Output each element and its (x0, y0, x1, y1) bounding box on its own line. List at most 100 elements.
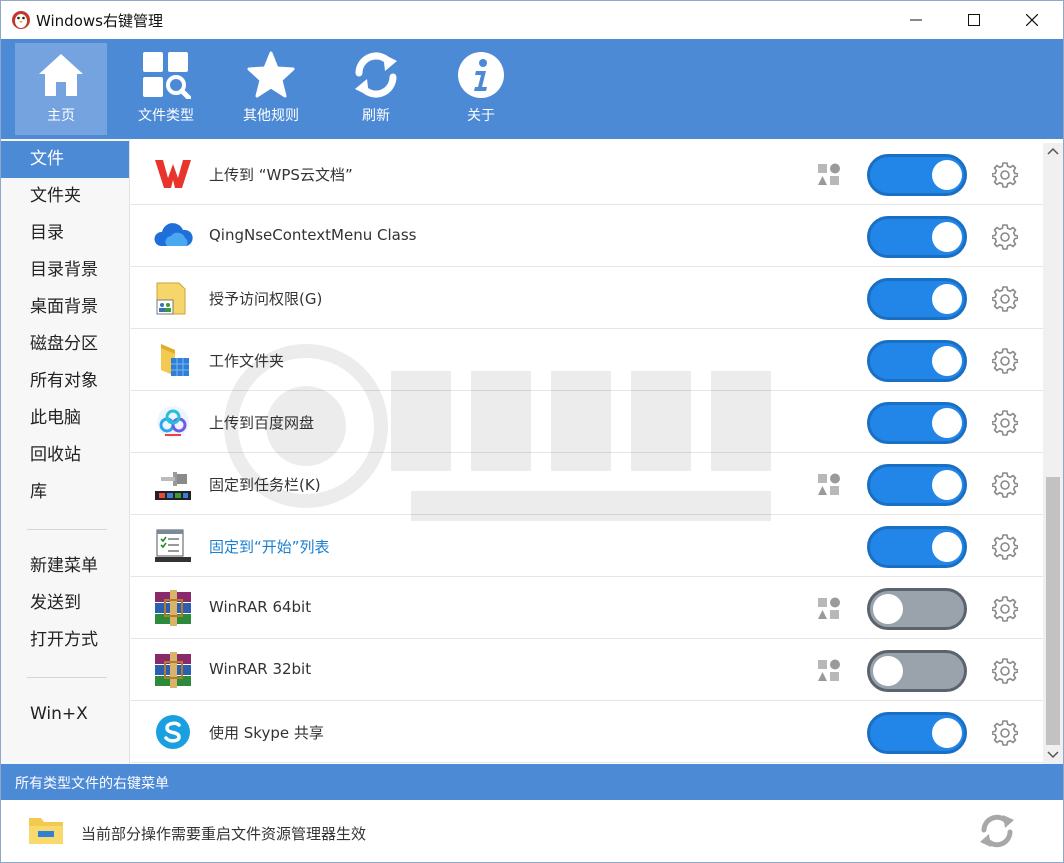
item-label: WinRAR 32bit (209, 660, 312, 678)
toolbar-home-label: 主页 (47, 108, 75, 124)
sidebar-item-open-with[interactable]: 打开方式 (1, 622, 129, 659)
toolbar-other-rules-button[interactable]: 其他规则 (225, 43, 317, 135)
gear-icon[interactable] (992, 596, 1018, 622)
sidebar-item-new-menu[interactable]: 新建菜单 (1, 548, 129, 585)
toolbar-file-types-button[interactable]: 文件类型 (120, 43, 212, 135)
enable-toggle[interactable] (867, 278, 967, 320)
cloud-icon (154, 223, 193, 246)
winrar-icon (155, 652, 191, 688)
toolbar-about-button[interactable]: 关于 (435, 43, 527, 135)
close-button[interactable] (1009, 1, 1055, 39)
gear-icon[interactable] (992, 162, 1018, 188)
enable-toggle[interactable] (867, 402, 967, 444)
toggle-knob (932, 408, 962, 438)
enable-toggle[interactable] (867, 712, 967, 754)
category-shapes-icon[interactable] (817, 659, 841, 683)
baidu-netdisk-icon (157, 406, 189, 438)
sidebar-item-desktop-background[interactable]: 桌面背景 (1, 289, 129, 326)
toggle-knob (932, 222, 962, 252)
sidebar-item-directory[interactable]: 目录 (1, 215, 129, 252)
enable-toggle[interactable] (867, 588, 967, 630)
explorer-folder-icon (29, 818, 63, 844)
footer-notice: 当前部分操作需要重启文件资源管理器生效 (1, 800, 1063, 862)
sidebar-item-file[interactable]: 文件 (1, 141, 129, 178)
star-icon (247, 51, 295, 98)
maximize-button[interactable] (951, 1, 997, 39)
restart-explorer-icon[interactable] (978, 813, 1016, 849)
category-shapes-icon[interactable] (817, 473, 841, 497)
title-bar: Windows右键管理 (1, 1, 1063, 39)
gear-icon[interactable] (992, 472, 1018, 498)
info-icon (458, 52, 504, 98)
toggle-knob (873, 594, 903, 624)
item-label: 上传到 “WPS云文档” (209, 166, 353, 184)
window-title: Windows右键管理 (36, 12, 163, 30)
toolbar-other-rules-label: 其他规则 (243, 108, 299, 124)
sidebar-item-folder[interactable]: 文件夹 (1, 178, 129, 215)
app-window: Windows右键管理 主页 文件类型 其他规则 刷新 关于 文件 文件夹 目录… (0, 0, 1064, 863)
enable-toggle[interactable] (867, 340, 967, 382)
gear-icon[interactable] (992, 410, 1018, 436)
list-item: 上传到百度网盘 (131, 391, 1043, 453)
gear-icon[interactable] (992, 720, 1018, 746)
pin-start-icon (155, 529, 191, 562)
enable-toggle[interactable] (867, 650, 967, 692)
toggle-knob (932, 470, 962, 500)
main-toolbar: 主页 文件类型 其他规则 刷新 关于 (1, 39, 1063, 139)
item-label: 使用 Skype 共享 (209, 724, 324, 742)
work-folder-icon (161, 344, 189, 376)
close-icon (1026, 14, 1038, 26)
scroll-thumb[interactable] (1046, 477, 1060, 745)
toggle-knob (932, 160, 962, 190)
enable-toggle[interactable] (867, 526, 967, 568)
item-label: WinRAR 64bit (209, 598, 312, 616)
toolbar-file-types-label: 文件类型 (138, 108, 194, 124)
item-label: QingNseContextMenu Class (209, 226, 417, 244)
toolbar-refresh-button[interactable]: 刷新 (330, 43, 422, 135)
item-label: 授予访问权限(G) (209, 290, 323, 308)
file-types-icon (143, 52, 191, 99)
enable-toggle[interactable] (867, 464, 967, 506)
sidebar-item-this-pc[interactable]: 此电脑 (1, 400, 129, 437)
minimize-icon (910, 19, 922, 21)
toggle-knob (932, 284, 962, 314)
scroll-down-icon[interactable] (1043, 747, 1063, 763)
sidebar-item-winx[interactable]: Win+X (1, 696, 129, 733)
sidebar-item-directory-background[interactable]: 目录背景 (1, 252, 129, 289)
list-item: 上传到 “WPS云文档” (131, 143, 1043, 205)
sidebar-item-disk-partition[interactable]: 磁盘分区 (1, 326, 129, 363)
item-label: 固定到任务栏(K) (209, 476, 321, 494)
minimize-button[interactable] (893, 1, 939, 39)
sidebar-item-all-objects[interactable]: 所有对象 (1, 363, 129, 400)
scroll-up-icon[interactable] (1043, 143, 1063, 159)
list-scrollbar[interactable] (1043, 143, 1063, 764)
toggle-knob (932, 532, 962, 562)
item-label: 固定到“开始”列表 (209, 538, 330, 556)
status-bar: 所有类型文件的右键菜单 (1, 764, 1063, 800)
sidebar-item-recycle-bin[interactable]: 回收站 (1, 437, 129, 474)
gear-icon[interactable] (992, 534, 1018, 560)
context-menu-list: 上传到 “WPS云文档” QingNseContextMenu Class 授予… (131, 143, 1043, 764)
maximize-icon (968, 14, 980, 26)
list-item: WinRAR 64bit (131, 577, 1043, 639)
sidebar-item-library[interactable]: 库 (1, 474, 129, 511)
gear-icon[interactable] (992, 348, 1018, 374)
sidebar-item-send-to[interactable]: 发送到 (1, 585, 129, 622)
item-label: 上传到百度网盘 (209, 414, 315, 432)
category-shapes-icon[interactable] (817, 597, 841, 621)
list-item: QingNseContextMenu Class (131, 205, 1043, 267)
gear-icon[interactable] (992, 224, 1018, 250)
item-label: 工作文件夹 (209, 352, 285, 370)
list-item: WinRAR 32bit (131, 639, 1043, 701)
toolbar-home-button[interactable]: 主页 (15, 43, 107, 135)
enable-toggle[interactable] (867, 216, 967, 258)
list-item: 使用 Skype 共享 (131, 701, 1043, 763)
toggle-knob (932, 718, 962, 748)
list-item: 工作文件夹 (131, 329, 1043, 391)
toggle-knob (932, 346, 962, 376)
list-item: 固定到“开始”列表 (131, 515, 1043, 577)
gear-icon[interactable] (992, 286, 1018, 312)
enable-toggle[interactable] (867, 154, 967, 196)
gear-icon[interactable] (992, 658, 1018, 684)
category-shapes-icon[interactable] (817, 163, 841, 187)
